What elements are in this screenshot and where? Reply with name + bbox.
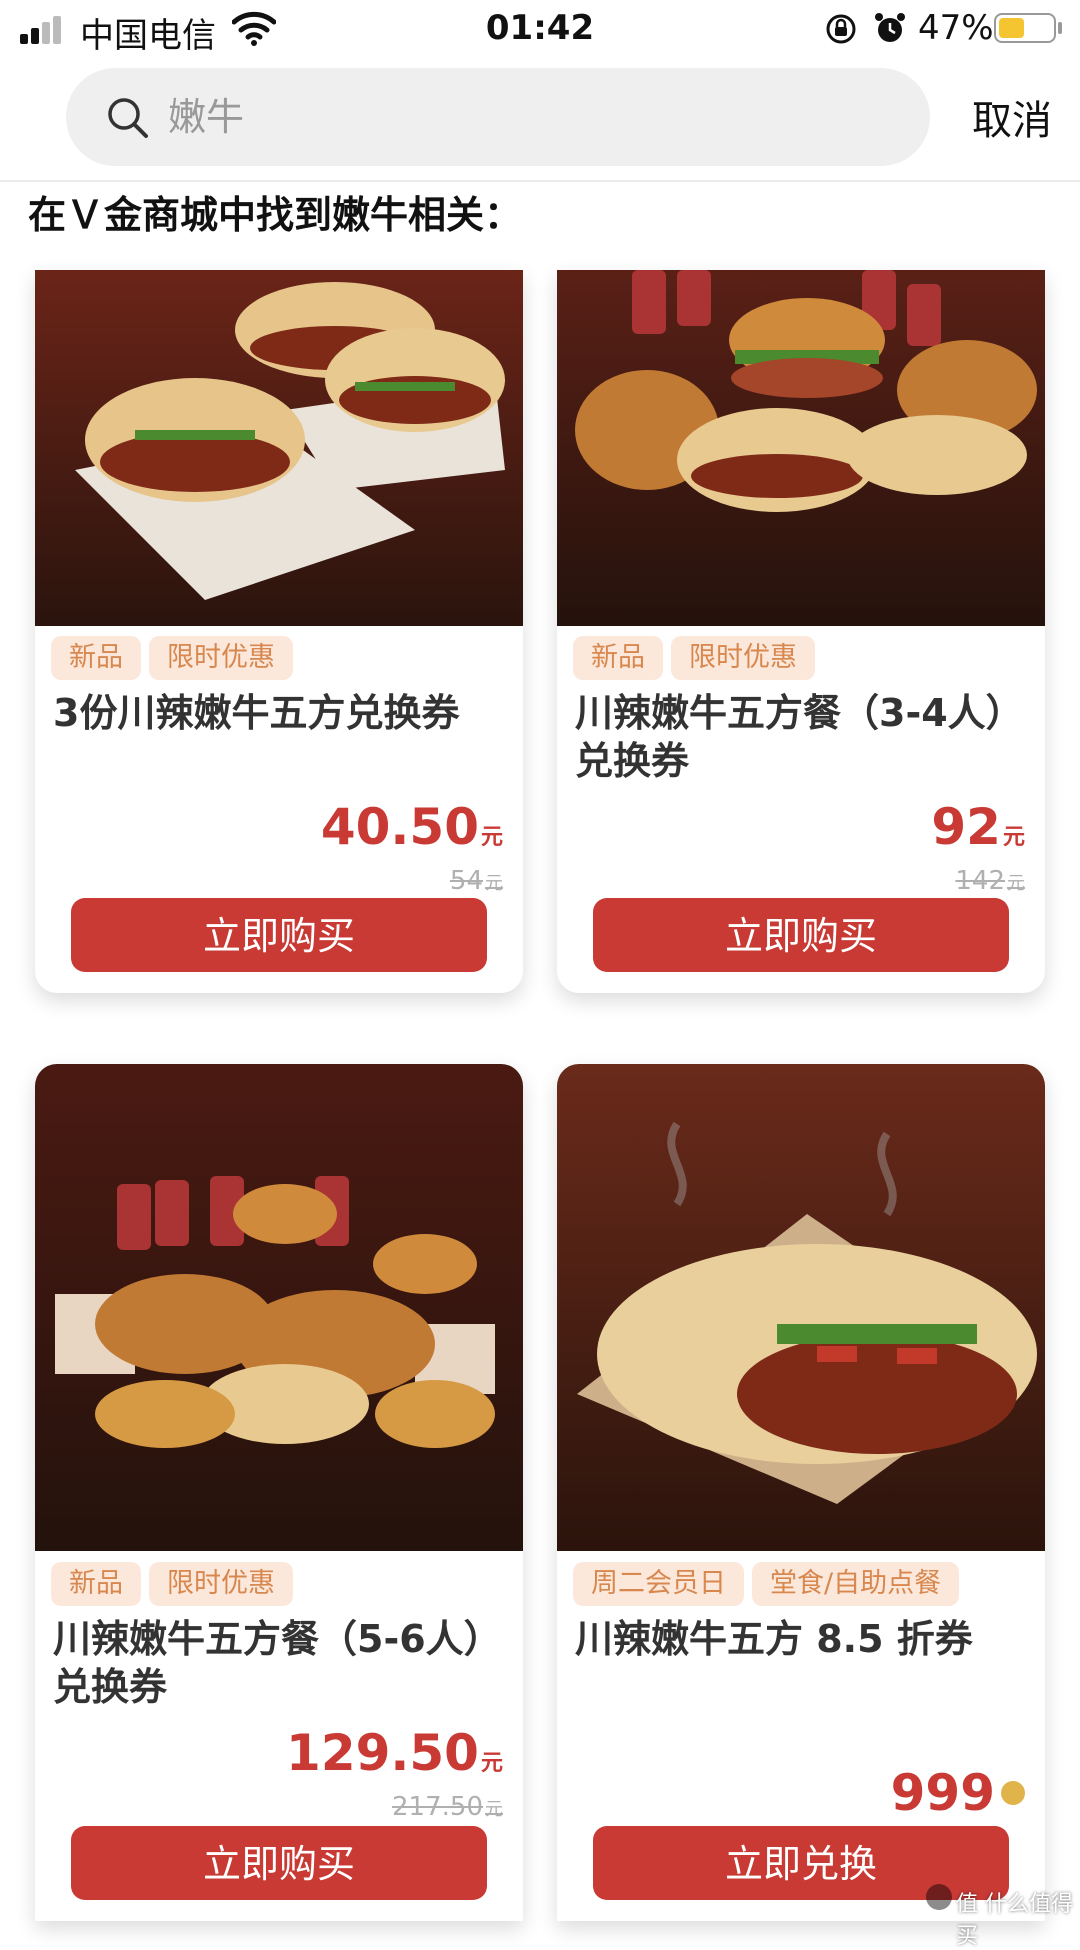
tag-new: 新品 <box>51 636 141 680</box>
search-bar[interactable] <box>66 68 930 166</box>
original-price: 217.50 元 <box>392 1792 503 1822</box>
results-heading: 在Ｖ金商城中找到嫩牛相关： <box>28 193 523 237</box>
product-image <box>557 270 1045 626</box>
battery-icon <box>994 13 1056 43</box>
header-divider <box>0 180 1080 182</box>
price-value: 92 <box>931 798 1001 856</box>
buy-now-button[interactable]: 立即购买 <box>71 898 487 972</box>
v-coin-icon <box>1001 1780 1025 1805</box>
watermark: 值 什么值得买 <box>956 1892 1073 1949</box>
product-image <box>557 1064 1045 1551</box>
status-bar: 中国电信 01:42 47% <box>0 0 1080 58</box>
original-price: 142 元 <box>955 866 1025 896</box>
product-image <box>35 270 523 626</box>
search-icon <box>108 98 148 138</box>
price-value: 129.50 <box>286 1724 479 1782</box>
tag-new: 新品 <box>573 636 663 680</box>
tag-dine-in: 堂食/自助点餐 <box>752 1562 960 1606</box>
tag-list: 周二会员日 堂食/自助点餐 <box>573 1562 960 1606</box>
original-price-unit: 元 <box>1007 873 1025 894</box>
product-image <box>35 1064 523 1551</box>
product-price: 40.50元 <box>321 798 503 856</box>
original-price-unit: 元 <box>485 873 503 894</box>
tag-limited: 限时优惠 <box>671 636 815 680</box>
original-price-value: 217.50 <box>392 1792 483 1822</box>
search-input[interactable] <box>168 68 868 166</box>
original-price-unit: 元 <box>485 1799 503 1820</box>
price-value: 999 <box>890 1764 995 1822</box>
tag-member-day: 周二会员日 <box>573 1562 744 1606</box>
price-value: 40.50 <box>320 798 479 856</box>
price-unit: 元 <box>480 1751 503 1776</box>
battery-level <box>999 18 1024 38</box>
buy-now-button[interactable]: 立即购买 <box>71 1826 487 1900</box>
tag-list: 新品 限时优惠 <box>51 636 293 680</box>
tag-limited: 限时优惠 <box>149 636 293 680</box>
product-card[interactable]: 新品 限时优惠 川辣嫩牛五方餐（5-6人）兑换券 129.50元 217.50 元… <box>35 1064 523 1921</box>
cancel-button[interactable]: 取消 <box>972 88 1052 146</box>
tag-list: 新品 限时优惠 <box>51 1562 293 1606</box>
product-price: 129.50元 <box>286 1724 503 1782</box>
product-card[interactable]: 新品 限时优惠 3份川辣嫩牛五方兑换券 40.50元 54 元 立即购买 <box>35 270 523 993</box>
product-price: 92元 <box>931 798 1025 856</box>
price-unit: 元 <box>1002 825 1025 850</box>
original-price-value: 54 <box>449 866 483 896</box>
original-price-value: 142 <box>955 866 1005 896</box>
price-unit: 元 <box>480 825 503 850</box>
product-title: 川辣嫩牛五方餐（3-4人）兑换券 <box>575 691 1005 783</box>
battery-nub <box>1058 22 1062 34</box>
original-price: 54 元 <box>450 866 503 896</box>
watermark-icon <box>926 1884 952 1910</box>
product-card[interactable]: 新品 限时优惠 川辣嫩牛五方餐（3-4人）兑换券 92元 142 元 立即购买 <box>557 270 1045 993</box>
product-title: 川辣嫩牛五方 8.5 折券 <box>575 1617 973 1661</box>
product-card[interactable]: 周二会员日 堂食/自助点餐 川辣嫩牛五方 8.5 折券 999 立即兑换 <box>557 1064 1045 1921</box>
tag-limited: 限时优惠 <box>149 1562 293 1606</box>
tag-list: 新品 限时优惠 <box>573 636 815 680</box>
product-title: 川辣嫩牛五方餐（5-6人）兑换券 <box>53 1617 483 1709</box>
buy-now-button[interactable]: 立即购买 <box>593 898 1009 972</box>
product-price: 999 <box>891 1764 1025 1822</box>
product-title: 3份川辣嫩牛五方兑换券 <box>53 691 460 735</box>
alarm-icon <box>875 13 905 42</box>
battery-percent: 47% <box>918 8 994 48</box>
tag-new: 新品 <box>51 1562 141 1606</box>
rotation-lock-icon <box>826 14 856 44</box>
